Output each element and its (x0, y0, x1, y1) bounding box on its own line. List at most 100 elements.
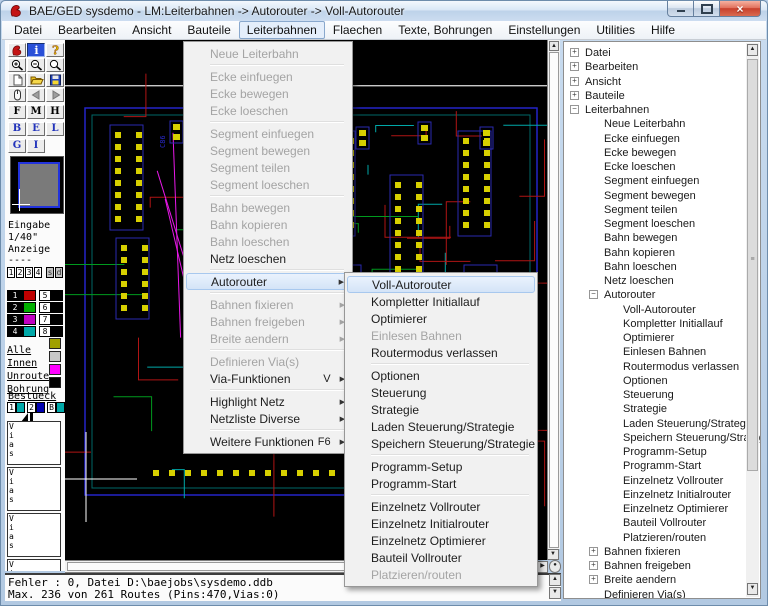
mini-button-2[interactable]: 2 (16, 267, 24, 278)
layer-3-button[interactable]: 3 (7, 314, 23, 325)
layer-6-color[interactable] (51, 302, 63, 313)
mini-button-4[interactable]: 4 (34, 267, 42, 278)
collapse-icon[interactable]: − (589, 290, 598, 299)
tree-item-platzieren-routen[interactable]: Platzieren/routen (564, 531, 744, 545)
mini-button-3[interactable]: 3 (25, 267, 33, 278)
tool-new-file-button[interactable] (8, 73, 26, 87)
tree-item-speichern-steuerung-strategie[interactable]: Speichern Steuerung/Strategie (564, 431, 744, 445)
menu-item-highlight-netz[interactable]: Highlight Netz▶ (184, 393, 352, 410)
menubar-item-einstellungen[interactable]: Einstellungen (500, 21, 588, 39)
via-panel-2[interactable]: Vias (7, 467, 61, 511)
menu-item-neue-leiterbahn[interactable]: Neue Leiterbahn (184, 45, 352, 62)
display-row-unroute[interactable]: Unroute (7, 364, 63, 376)
tree-scroll-thumb[interactable]: ≡ (747, 59, 758, 471)
tree-item-bearbeiten[interactable]: +Bearbeiten (564, 60, 744, 74)
submenu-item-strategie[interactable]: Strategie (345, 401, 537, 418)
menu-item-bahnen-fixieren[interactable]: Bahnen fixieren▶ (184, 296, 352, 313)
expand-icon[interactable]: + (570, 91, 579, 100)
tree-item-optionen[interactable]: Optionen (564, 374, 744, 388)
tree-item-routermodus-verlassen[interactable]: Routermodus verlassen (564, 360, 744, 374)
tool-save-button[interactable] (46, 73, 64, 87)
menubar-item-texte-bohrungen[interactable]: Texte, Bohrungen (390, 21, 500, 39)
pan-center-icon[interactable]: ● (549, 560, 561, 573)
submenu-item-programm-start[interactable]: Programm-Start (345, 475, 537, 492)
menu-item-bahn-bewegen[interactable]: Bahn bewegen (184, 199, 352, 216)
submenu-item-optionen[interactable]: Optionen (345, 367, 537, 384)
overview-window[interactable] (10, 156, 64, 214)
tree-scroll-up-icon[interactable]: ▲ (747, 44, 758, 56)
tree-item-programm-start[interactable]: Programm-Start (564, 459, 744, 473)
mini-button-s[interactable]: s (46, 267, 54, 278)
tool-letter-e-button[interactable]: E (27, 122, 45, 136)
menubar-item-utilities[interactable]: Utilities (588, 21, 643, 39)
tool-info-button[interactable]: i (27, 43, 45, 57)
via-panel-3[interactable]: Vias (7, 513, 61, 557)
layer-8-color[interactable] (51, 326, 63, 337)
layer-7-color[interactable] (51, 314, 63, 325)
tool-letter-f-button[interactable]: F (8, 105, 26, 119)
submenu-item-steuerung[interactable]: Steuerung (345, 384, 537, 401)
submenu-item-optimierer[interactable]: Optimierer (345, 310, 537, 327)
minimize-button[interactable] (667, 1, 694, 17)
menu-item-via-funktionen[interactable]: Via-FunktionenV▶ (184, 370, 352, 387)
submenu-item-bauteil-vollrouter[interactable]: Bauteil Vollrouter (345, 549, 537, 566)
submenu-item-platzieren-routen[interactable]: Platzieren/routen (345, 566, 537, 583)
menu-item-bahn-kopieren[interactable]: Bahn kopieren (184, 216, 352, 233)
layer-6-button[interactable]: 6 (39, 302, 51, 313)
tree-item-einzelnetz-optimierer[interactable]: Einzelnetz Optimierer (564, 502, 744, 516)
layer-5-color[interactable] (51, 290, 63, 301)
submenu-item-programm-setup[interactable]: Programm-Setup (345, 458, 537, 475)
menu-item-netz-loeschen[interactable]: Netz loeschen (184, 250, 352, 267)
tree-item-bahnen-freigeben[interactable]: +Bahnen freigeben (564, 559, 744, 573)
submenu-item-speichern-steuerung-strategie[interactable]: Speichern Steuerung/Strategie (345, 435, 537, 452)
menu-item-breite-aendern[interactable]: Breite aendern▶ (184, 330, 352, 347)
menu-item-autorouter[interactable]: Autorouter▶ (186, 273, 350, 290)
tree-item-definieren-via-s[interactable]: Definieren Via(s) (564, 588, 744, 600)
menubar-item-bauteile[interactable]: Bauteile (179, 21, 238, 39)
tree-item-bahn-kopieren[interactable]: Bahn kopieren (564, 246, 744, 260)
tool-help-button[interactable]: ? (46, 43, 64, 57)
tree-item-kompletter-initiallauf[interactable]: Kompletter Initiallauf (564, 317, 744, 331)
tool-open-folder-button[interactable] (27, 73, 45, 87)
tool-letter-l-button[interactable]: L (46, 122, 64, 136)
layer-1-button[interactable]: 1 (7, 290, 23, 301)
expand-icon[interactable]: + (589, 575, 598, 584)
display-row-bohrung[interactable]: Bohrung (7, 377, 63, 389)
tree-scroll-down-icon[interactable]: ▼ (747, 583, 758, 595)
tree-item-bauteile[interactable]: +Bauteile (564, 89, 744, 103)
tree-item-einzelnetz-initialrouter[interactable]: Einzelnetz Initialrouter (564, 488, 744, 502)
tree-item-bahn-loeschen[interactable]: Bahn loeschen (564, 260, 744, 274)
tree-item-ecke-loeschen[interactable]: Ecke loeschen (564, 160, 744, 174)
menu-item-definieren-via-s[interactable]: Definieren Via(s) (184, 353, 352, 370)
tool-zoom-in-button[interactable] (8, 58, 26, 72)
scroll-up-icon[interactable]: ▲ (549, 41, 559, 51)
scroll-down-icon[interactable]: ▼ (547, 549, 559, 560)
menu-item-bahnen-freigeben[interactable]: Bahnen freigeben▶ (184, 313, 352, 330)
mini-button-d[interactable]: d (55, 267, 63, 278)
layer-7-button[interactable]: 7 (39, 314, 51, 325)
layer-2-color[interactable] (23, 302, 36, 313)
menu-item-netzliste-diverse[interactable]: Netzliste Diverse▶ (184, 410, 352, 427)
menu-item-ecke-loeschen[interactable]: Ecke loeschen (184, 102, 352, 119)
tree-item-datei[interactable]: +Datei (564, 46, 744, 60)
menu-item-segment-loeschen[interactable]: Segment loeschen (184, 176, 352, 193)
tool-zoom-out-button[interactable] (27, 58, 45, 72)
submenu-item-einzelnetz-optimierer[interactable]: Einzelnetz Optimierer (345, 532, 537, 549)
tool-arrow-left-button[interactable] (27, 88, 45, 102)
submenu-item-laden-steuerung-strategie[interactable]: Laden Steuerung/Strategie (345, 418, 537, 435)
tree-item-optimierer[interactable]: Optimierer (564, 331, 744, 345)
tool-arrow-right-button[interactable] (46, 88, 64, 102)
submenu-item-kompletter-initiallauf[interactable]: Kompletter Initiallauf (345, 293, 537, 310)
tool-letter-h-button[interactable]: H (46, 105, 64, 119)
pan-right-icon[interactable]: ▶ (537, 561, 548, 573)
tree-item-bahnen-fixieren[interactable]: +Bahnen fixieren (564, 545, 744, 559)
menu-item-ecke-einfuegen[interactable]: Ecke einfuegen (184, 68, 352, 85)
tree-item-ansicht[interactable]: +Ansicht (564, 75, 744, 89)
mini-button-1[interactable]: 1 (7, 267, 15, 278)
tree-item-bahn-bewegen[interactable]: Bahn bewegen (564, 231, 744, 245)
expand-icon[interactable]: + (570, 62, 579, 71)
menubar-item-flaechen[interactable]: Flaechen (325, 21, 390, 39)
menubar-item-hilfe[interactable]: Hilfe (643, 21, 683, 39)
tree-item-programm-setup[interactable]: Programm-Setup (564, 445, 744, 459)
menubar-item-datei[interactable]: Datei (6, 21, 50, 39)
